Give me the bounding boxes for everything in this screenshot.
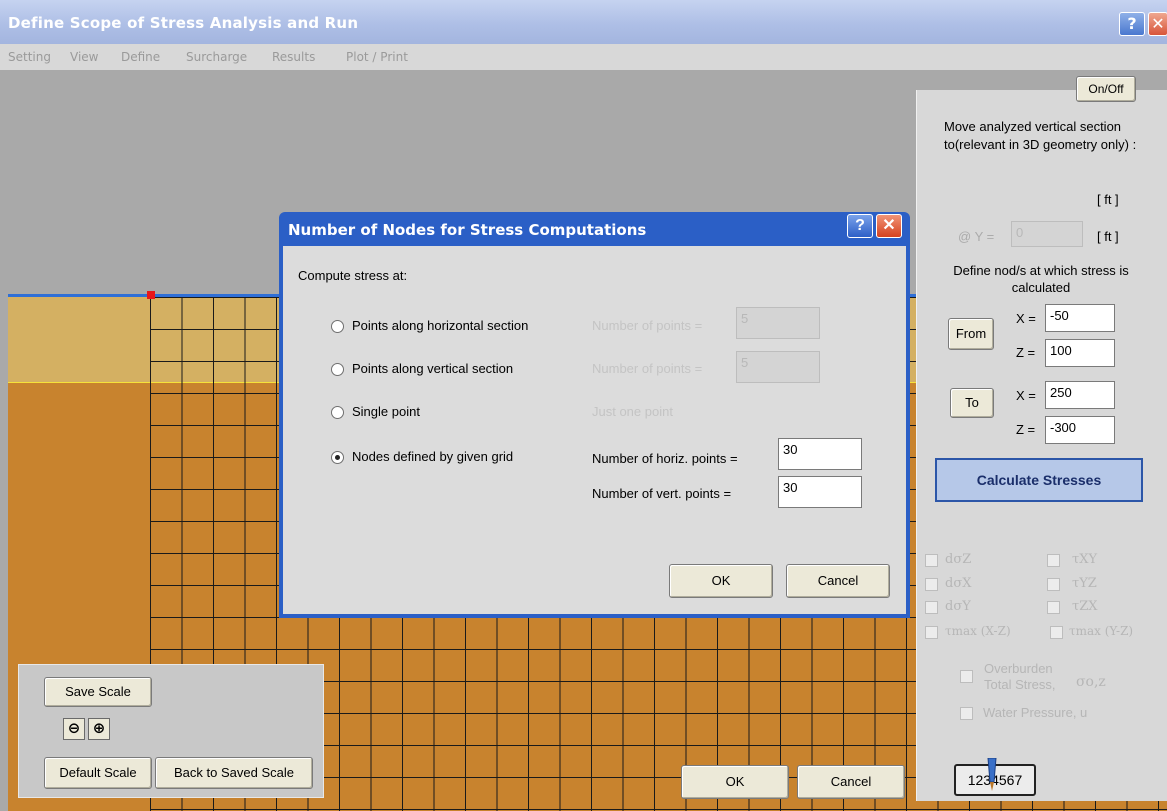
checkbox-dsigma-z[interactable] [925,554,938,567]
pen-cursor-icon [987,758,997,791]
radio-grid-nodes[interactable] [331,451,344,464]
overburden-label-1: Overburden [984,661,1053,676]
checkbox-overburden[interactable] [960,670,973,683]
from-x-field[interactable]: -50 [1045,304,1115,332]
sigma-oz-label: σo,z [1076,674,1106,690]
menu-results[interactable]: Results [272,50,315,64]
calculate-stresses-button[interactable]: Calculate Stresses [935,458,1143,502]
dialog-help-icon[interactable]: ? [847,214,873,238]
overburden-label-2: Total Stress, [984,677,1056,692]
main-ok-button[interactable]: OK [681,765,789,799]
tau-xy-label: τXY [1072,552,1098,567]
default-scale-button[interactable]: Default Scale [44,757,152,789]
just-one-point-label: Just one point [592,404,673,419]
window-titlebar: Define Scope of Stress Analysis and Run … [0,0,1167,44]
unit-label-2: [ ft ] [1097,229,1119,244]
radio-vertical-section[interactable] [331,363,344,376]
zoom-out-icon[interactable]: ⊖ [63,718,85,740]
side-panel [916,90,1167,801]
move-section-label: Move analyzed vertical section to(releva… [944,119,1137,152]
dialog-title: Number of Nodes for Stress Computations [288,221,647,239]
y-position-field[interactable]: 0 [1011,221,1083,247]
menu-define[interactable]: Define [121,50,160,64]
checkbox-tau-zx[interactable] [1047,601,1060,614]
checkbox-dsigma-y[interactable] [925,601,938,614]
compute-stress-label: Compute stress at: [298,268,408,283]
from-z-label: Z = [1016,345,1036,360]
close-icon[interactable]: ✕ [1148,12,1167,36]
menu-bar: Setting View Define Surcharge Results Pl… [0,44,1167,70]
from-z-field[interactable]: 100 [1045,339,1115,367]
tau-yz-label: τYZ [1072,576,1097,591]
checkbox-tau-max-xz[interactable] [925,626,938,639]
dsigma-x-label: dσX [945,576,972,591]
radio-horizontal-section[interactable] [331,320,344,333]
dialog-cancel-button[interactable]: Cancel [786,564,890,598]
water-pressure-label: Water Pressure, u [983,705,1088,720]
menu-plot-print[interactable]: Plot / Print [346,50,408,64]
from-button[interactable]: From [948,318,994,350]
checkbox-tau-xy[interactable] [1047,554,1060,567]
horiz-points-field[interactable]: 30 [778,438,862,470]
window-title: Define Scope of Stress Analysis and Run [8,14,359,32]
num-points-v-label: Number of points = [592,361,703,376]
single-point-label: Single point [352,404,420,419]
vert-points-label: Number of vert. points = [592,486,732,501]
vertical-section-label: Points along vertical section [352,361,514,376]
main-cancel-button[interactable]: Cancel [797,765,905,799]
checkbox-water-pressure[interactable] [960,707,973,720]
back-to-saved-scale-button[interactable]: Back to Saved Scale [155,757,313,789]
define-nodes-label: Define nod/s at which stress is calculat… [953,263,1129,295]
menu-setting[interactable]: Setting [8,50,51,64]
horizontal-section-label: Points along horizontal section [352,318,529,333]
zoom-in-icon[interactable]: ⊕ [88,718,110,740]
origin-node[interactable] [147,291,155,299]
to-z-field[interactable]: -300 [1045,416,1115,444]
dialog-ok-button[interactable]: OK [669,564,773,598]
tau-max-yz-label: τmax (Y-Z) [1069,624,1134,638]
dialog-body [283,246,906,614]
dsigma-y-label: dσY [945,599,971,614]
dialog-close-icon[interactable]: ✕ [876,214,902,238]
horiz-points-label: Number of horiz. points = [592,451,738,466]
help-icon[interactable]: ? [1119,12,1145,36]
checkbox-dsigma-x[interactable] [925,578,938,591]
from-x-label: X = [1016,311,1036,326]
at-y-label: @ Y = [958,229,995,244]
to-button[interactable]: To [950,388,994,418]
menu-surcharge[interactable]: Surcharge [186,50,247,64]
on-off-button[interactable]: On/Off [1076,76,1136,102]
num-points-h-field[interactable]: 5 [736,307,820,339]
to-x-label: X = [1016,388,1036,403]
to-x-field[interactable]: 250 [1045,381,1115,409]
vert-points-field[interactable]: 30 [778,476,862,508]
num-points-h-label: Number of points = [592,318,703,333]
checkbox-tau-max-yz[interactable] [1050,626,1063,639]
to-z-label: Z = [1016,422,1036,437]
save-scale-button[interactable]: Save Scale [44,677,152,707]
tau-zx-label: τZX [1072,599,1098,614]
checkbox-tau-yz[interactable] [1047,578,1060,591]
grid-nodes-label: Nodes defined by given grid [352,449,514,464]
radio-single-point[interactable] [331,406,344,419]
num-points-v-field[interactable]: 5 [736,351,820,383]
tau-max-xz-label: τmax (X-Z) [945,624,1011,638]
menu-view[interactable]: View [70,50,98,64]
unit-label-1: [ ft ] [1097,192,1119,207]
dsigma-z-label: dσZ [945,552,972,567]
